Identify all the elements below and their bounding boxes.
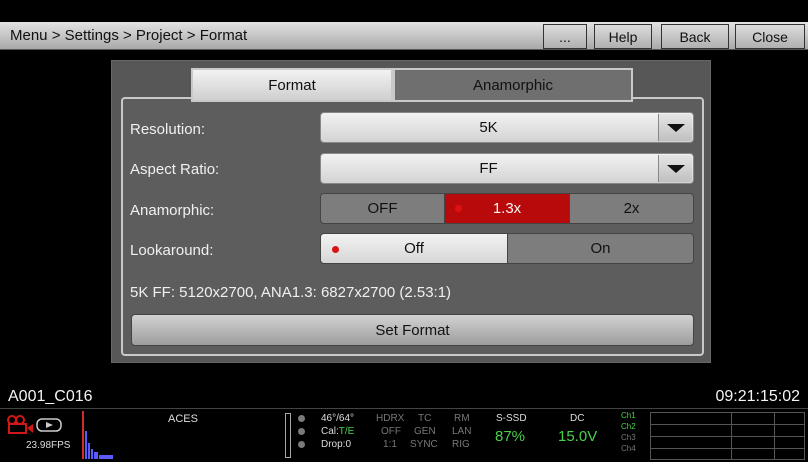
lan-label: LAN	[452, 426, 472, 437]
chevron-down-icon	[666, 123, 685, 132]
audio-meter	[285, 413, 291, 458]
meter-tick	[731, 413, 732, 459]
selected-dot-icon	[455, 205, 462, 212]
histogram	[82, 411, 113, 459]
resolution-label: Resolution:	[130, 121, 206, 138]
breadcrumb: Menu > Settings > Project > Format	[10, 27, 248, 44]
timecode: 09:21:15:02	[715, 388, 800, 405]
channel-2: Ch2	[621, 422, 636, 431]
lookaround-option-off-label: Off	[404, 240, 424, 257]
anamorphic-option-1-3x-label: 1.3x	[492, 200, 522, 217]
fps-readout: 23.98FPS	[26, 440, 71, 451]
close-button[interactable]: Close	[735, 24, 805, 49]
tc-label: TC	[418, 413, 432, 424]
power-label: DC	[570, 413, 585, 424]
cal-label: Cal:	[321, 426, 339, 437]
resolution-value: 5K	[479, 119, 498, 136]
resolution-dropdown-button[interactable]	[658, 114, 692, 141]
indicator-led	[298, 441, 305, 448]
rig-label: RIG	[452, 439, 470, 450]
top-bar: Menu > Settings > Project > Format ... H…	[0, 22, 808, 50]
lookaround-label: Lookaround:	[130, 242, 214, 259]
color-space-label: ACES	[168, 413, 198, 425]
meter-tick	[774, 413, 775, 459]
media-remaining: 87%	[495, 428, 526, 445]
hdrx-label: HDRX	[376, 413, 405, 424]
lookaround-option-off[interactable]: Off	[320, 233, 508, 264]
audio-channel-meters	[650, 412, 805, 460]
chevron-down-icon	[666, 164, 685, 173]
cal-value: T/E	[338, 426, 355, 437]
meter-divider	[651, 448, 804, 449]
format-info-text: 5K FF: 5120x2700, ANA1.3: 6827x2700 (2.5…	[130, 284, 452, 301]
anamorphic-option-1-3x[interactable]: 1.3x	[444, 193, 570, 224]
aspect-ratio-value: FF	[479, 160, 498, 177]
tc-sync: SYNC	[410, 439, 438, 450]
set-format-button[interactable]: Set Format	[131, 314, 694, 346]
back-button[interactable]: Back	[661, 24, 729, 49]
tab-anamorphic[interactable]: Anamorphic	[393, 68, 633, 102]
drop-frame: Drop:0	[321, 439, 352, 450]
tc-gen: GEN	[414, 426, 436, 437]
indicator-led	[298, 415, 305, 422]
record-camera-icon	[7, 415, 33, 434]
aspect-ratio-dropdown-button[interactable]	[658, 155, 692, 182]
indicator-led	[298, 428, 305, 435]
selected-dot-icon	[332, 246, 339, 253]
anamorphic-label: Anamorphic:	[130, 202, 215, 219]
ratio-value: 1:1	[383, 439, 397, 450]
meter-divider	[651, 424, 804, 425]
cal-status: Cal:T/E	[321, 426, 354, 437]
anamorphic-option-off[interactable]: OFF	[320, 193, 445, 224]
channel-3: Ch3	[621, 433, 636, 442]
channel-4: Ch4	[621, 444, 636, 453]
status-bar: 23.98FPS ACES 46°/64° Cal:T/E Drop:0 HDR…	[0, 408, 808, 462]
hdrx-value: OFF	[381, 426, 401, 437]
resolution-select[interactable]: 5K	[320, 112, 694, 143]
help-button[interactable]: Help	[594, 24, 652, 49]
anamorphic-option-2x[interactable]: 2x	[569, 193, 694, 224]
channel-1: Ch1	[621, 411, 636, 420]
aspect-ratio-label: Aspect Ratio:	[130, 161, 220, 178]
aspect-ratio-select[interactable]: FF	[320, 153, 694, 184]
meter-divider	[651, 436, 804, 437]
power-voltage: 15.0V	[558, 428, 598, 445]
media-label: S-SSD	[496, 413, 527, 424]
more-button[interactable]: ...	[543, 24, 587, 49]
play-icon[interactable]	[36, 418, 62, 432]
sensor-temp: 46°/64°	[321, 413, 355, 424]
lookaround-option-on[interactable]: On	[507, 233, 694, 264]
rm-label: RM	[454, 413, 470, 424]
clip-name: A001_C016	[8, 388, 93, 405]
tab-format[interactable]: Format	[191, 68, 393, 102]
